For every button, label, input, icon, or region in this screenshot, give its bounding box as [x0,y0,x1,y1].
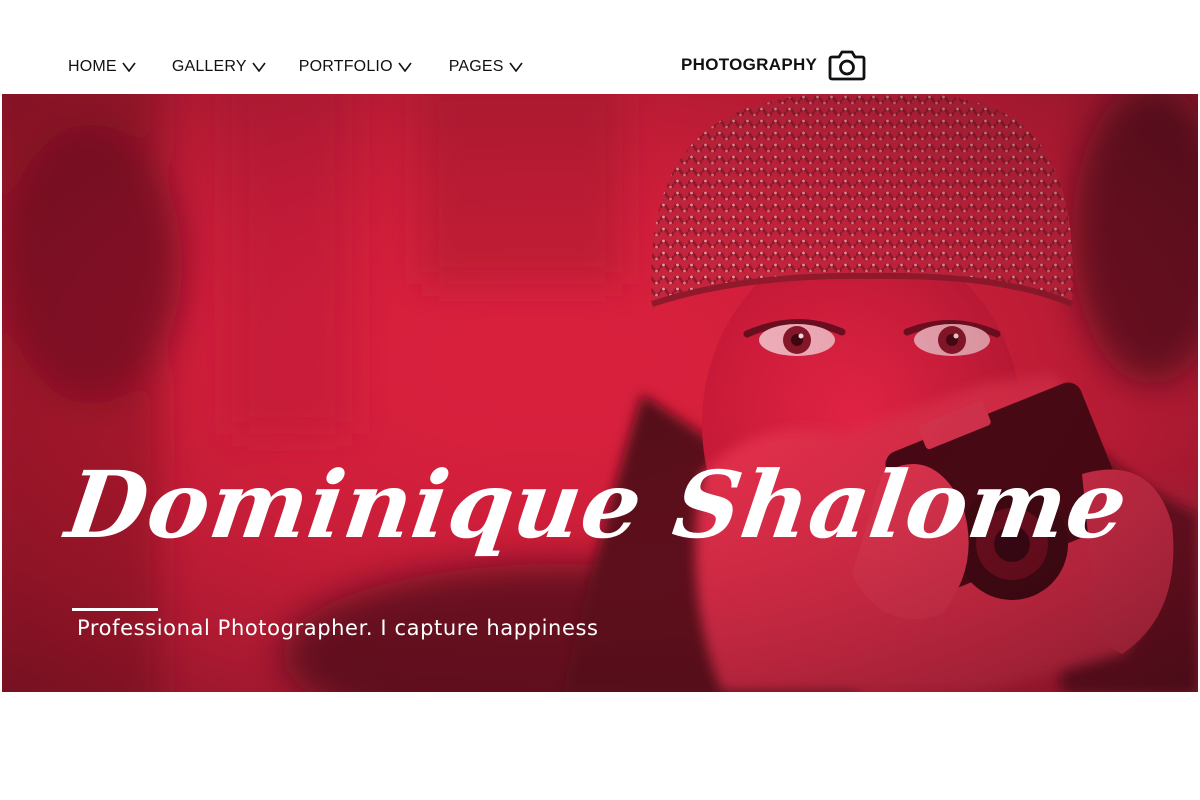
nav-item-label: PORTFOLIO [298,58,393,75]
hero-photo [2,94,1198,692]
hero-tagline: Professional Photographer. I capture hap… [77,616,599,640]
chevron-down-icon [252,62,266,72]
nav-item-gallery[interactable]: GALLERY [172,58,266,76]
brand-logo[interactable]: PHOTOGRAPHY [681,48,866,82]
nav-item-label: GALLERY [171,58,247,75]
nav-item-home[interactable]: HOME [68,58,136,76]
hero-name: Dominique Shalome [60,451,1135,559]
camera-icon [828,50,866,81]
page: HOME GALLERY PORTFOLIO PAGES PHOTOGRAPHY… [0,0,1200,800]
hero-banner: Dominique Shalome Professional Photograp… [2,94,1198,692]
nav-item-label: HOME [68,58,117,75]
nav-item-label: PAGES [448,58,504,75]
hero-divider [72,608,158,611]
top-navigation-bar: HOME GALLERY PORTFOLIO PAGES PHOTOGRAPHY [0,0,1200,94]
brand-label: PHOTOGRAPHY [681,55,818,74]
chevron-down-icon [122,62,136,72]
nav-item-pages[interactable]: PAGES [449,58,523,76]
nav-item-portfolio[interactable]: PORTFOLIO [299,58,412,76]
chevron-down-icon [509,62,523,72]
chevron-down-icon [398,62,412,72]
main-menu: HOME GALLERY PORTFOLIO PAGES [68,55,559,79]
